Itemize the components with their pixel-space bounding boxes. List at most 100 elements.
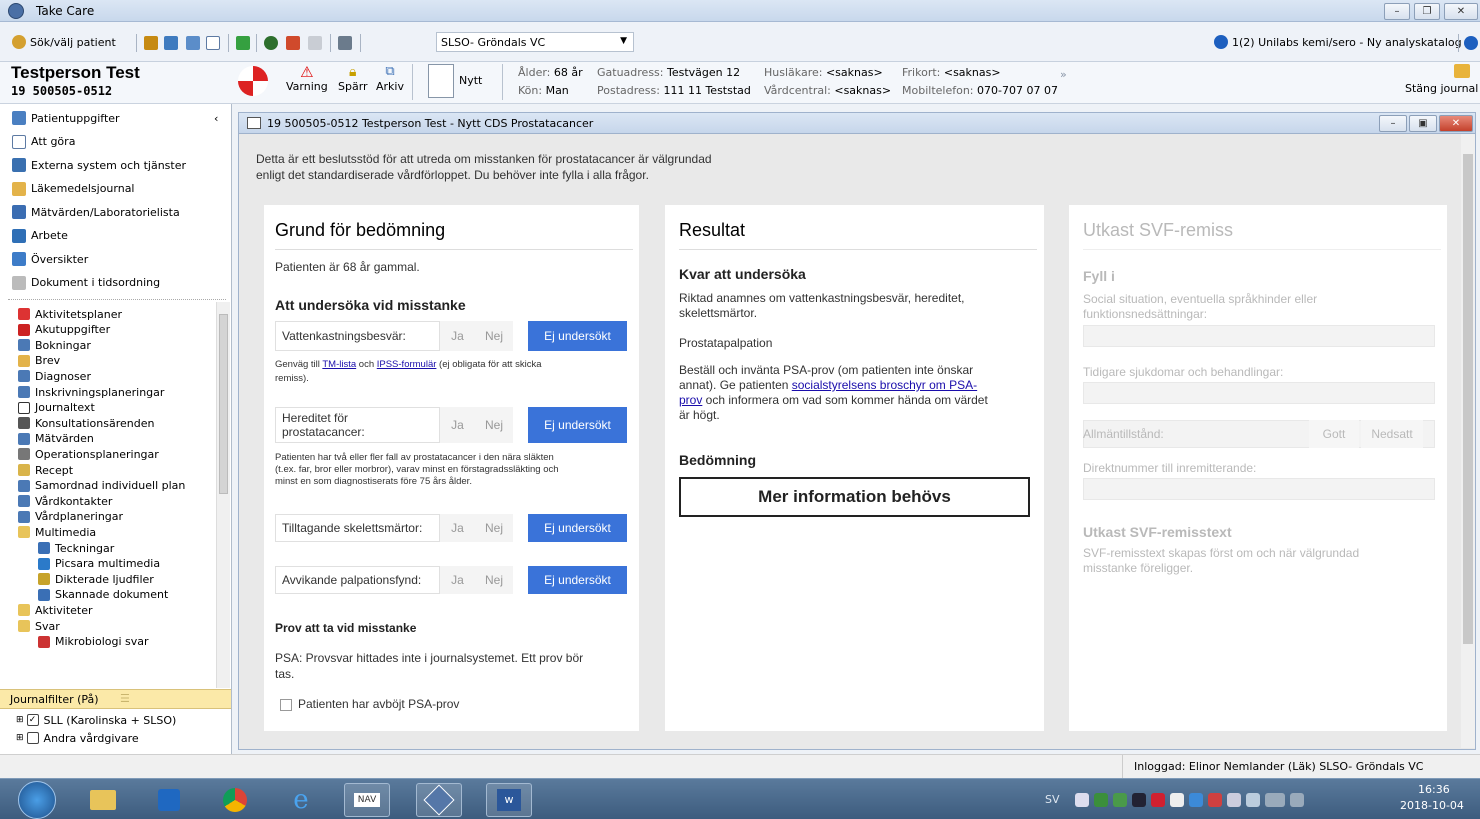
tree-item[interactable]: Recept [18,463,73,477]
printer-icon[interactable] [338,36,352,50]
chart-icon[interactable] [164,36,178,50]
q3-nej-button[interactable]: Nej [475,514,513,542]
ipss-link[interactable]: IPSS-formulär [377,359,437,370]
explorer-icon[interactable] [80,783,126,817]
expand-icon[interactable]: ⊞ [16,715,24,725]
close-record-button[interactable]: Stäng journal [1405,82,1480,95]
sidebar-item[interactable]: Arbete [12,226,68,246]
sidebar-item[interactable]: Läkemedelsjournal [12,179,135,199]
restore-icon[interactable]: ▣ [1409,115,1437,132]
unit-select[interactable]: SLSO- Gröndals VC ▼ [436,32,634,52]
tree-item[interactable]: Brev [18,354,60,368]
checklist-icon[interactable] [206,36,220,50]
outlook-icon[interactable] [146,783,192,817]
expand-chevron-icon[interactable]: » [1060,68,1067,81]
tree-item[interactable]: Konsultationsärenden [18,416,154,430]
tree-item[interactable]: Aktivitetsplaner [18,307,122,321]
internet-explorer-icon[interactable]: e [278,783,324,817]
help-icon[interactable] [1464,36,1478,50]
globe-icon[interactable] [264,36,278,50]
mail-tray-icon[interactable] [1075,793,1089,807]
tree-item[interactable]: Journaltext [18,401,95,415]
checkbox-checked-icon[interactable]: ✓ [26,714,39,726]
gott-button[interactable]: Gott [1309,420,1359,448]
signal-tray-icon[interactable] [1265,793,1285,807]
tree-item[interactable]: Skannade dokument [38,588,168,602]
tree-item[interactable]: Svar [18,619,60,633]
close-icon[interactable]: ✕ [1444,3,1478,20]
caregiver-other[interactable]: ⊞ Andra vårdgivare [16,731,139,745]
q4-ej-button[interactable]: Ej undersökt [528,566,627,594]
add-window-icon[interactable] [286,36,300,50]
tree-item[interactable]: Aktiviteter [18,603,93,617]
direkt-input[interactable] [1083,478,1435,500]
clock-date[interactable]: 2018-10-04 [1400,799,1464,812]
tree-item[interactable]: Akutuppgifter [18,323,110,337]
q3-ja-button[interactable]: Ja [440,514,475,542]
tree-item[interactable]: Teckningar [38,541,114,555]
checkbox-icon[interactable] [26,732,39,744]
sidebar-scrollbar[interactable] [216,302,230,688]
app-tray-icon[interactable] [1189,793,1203,807]
clock-time[interactable]: 16:36 [1418,783,1450,796]
nytt-button[interactable]: Nytt [459,74,482,87]
varning-button[interactable]: ⚠ Varning [286,64,328,93]
arkiv-button[interactable]: ⧉ Arkiv [376,64,404,93]
minimize-icon[interactable]: – [1379,115,1407,132]
sidebar-item[interactable]: Patientuppgifter [12,108,120,128]
volume-icon[interactable] [1290,793,1304,807]
tree-item[interactable]: Vårdkontakter [18,494,112,508]
document-tray-icon[interactable] [1170,793,1184,807]
content-scrollbar[interactable] [1461,134,1475,748]
collapse-sidebar-icon[interactable]: ‹ [214,112,218,125]
tree-item[interactable]: Bokningar [18,338,91,352]
language-indicator[interactable]: SV [1045,793,1060,806]
message-icon[interactable] [308,36,322,50]
social-input[interactable] [1083,325,1435,347]
chrome-icon[interactable] [212,783,258,817]
sidebar-item[interactable]: Dokument i tidsordning [12,273,160,293]
sync-tray-icon[interactable] [1113,793,1127,807]
word-icon[interactable]: w [486,783,532,817]
new-document-icon[interactable] [428,64,454,98]
q1-ej-button[interactable]: Ej undersökt [528,321,627,351]
nedsatt-button[interactable]: Nedsatt [1361,420,1423,448]
q1-ja-button[interactable]: Ja [440,321,475,351]
checkbox-icon[interactable] [280,698,292,711]
tree-item[interactable]: Mikrobiologi svar [38,635,149,649]
sidebar-item[interactable]: Att göra [12,132,75,152]
tree-item[interactable]: Operationsplaneringar [18,447,159,461]
minimize-icon[interactable]: – [1384,3,1410,20]
sparr-button[interactable]: 🔒︎ Spärr [338,64,368,93]
sidebar-item[interactable]: Mätvärden/Laboratorielista [12,202,180,222]
security-tray-icon[interactable] [1094,793,1108,807]
tree-item[interactable]: Vårdplaneringar [18,510,123,524]
q2-ej-button[interactable]: Ej undersökt [528,407,627,443]
tree-item[interactable]: Mätvärden [18,432,94,446]
restore-icon[interactable]: ❐ [1414,3,1440,20]
journal-filter-bar[interactable]: Journalfilter (På) ☰ [0,689,231,709]
battery-tray-icon[interactable] [1246,793,1260,807]
content-scroll-thumb[interactable] [1463,154,1473,644]
q3-ej-button[interactable]: Ej undersökt [528,514,627,542]
tree-item[interactable]: Dikterade ljudfiler [38,572,154,586]
takecare-icon[interactable] [416,783,462,817]
tree-item[interactable]: Diagnoser [18,369,91,383]
q1-nej-button[interactable]: Nej [475,321,513,351]
tm-lista-link[interactable]: TM-lista [322,359,356,370]
monitor-tray-icon[interactable] [1227,793,1241,807]
network-tray-icon[interactable] [1208,793,1222,807]
menu-icon[interactable]: ☰ [120,692,130,705]
close-icon[interactable]: ✕ [1439,115,1473,132]
bluetooth-tray-icon[interactable] [1132,793,1146,807]
notebook-icon[interactable] [144,36,158,50]
nav-icon[interactable]: NAV [344,783,390,817]
psa-brochure-link[interactable]: prov [679,393,702,407]
q2-nej-button[interactable]: Nej [475,407,513,443]
tree-item[interactable]: Samordnad individuell plan [18,479,185,493]
tree-item[interactable]: Picsara multimedia [38,557,160,571]
monitor-icon[interactable] [236,36,250,50]
q4-nej-button[interactable]: Nej [475,566,513,594]
sidebar-scroll-thumb[interactable] [219,314,228,494]
notification-link[interactable]: 1(2) Unilabs kemi/sero - Ny analyskatalo… [1214,35,1462,49]
